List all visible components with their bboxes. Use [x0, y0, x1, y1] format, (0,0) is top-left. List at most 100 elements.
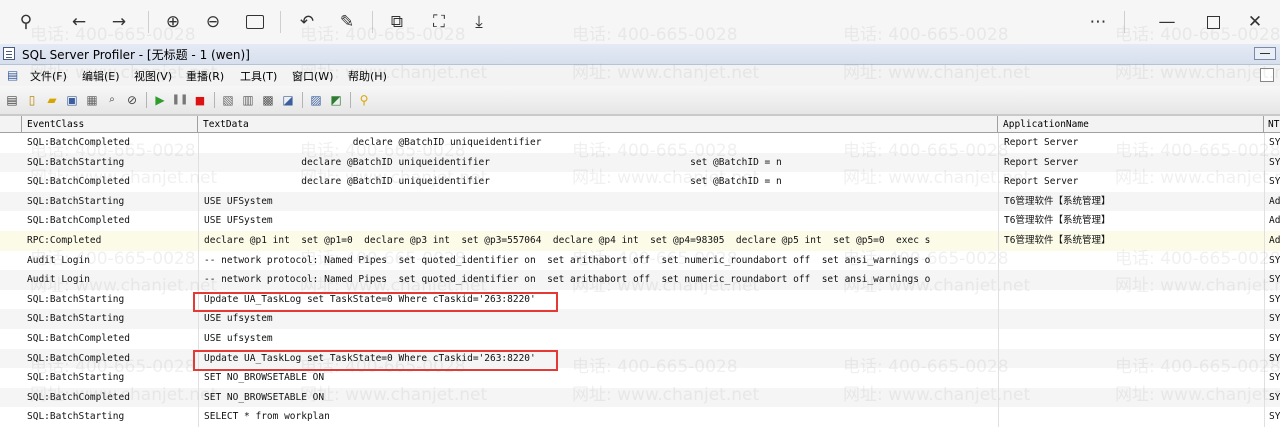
- properties-icon[interactable]: ▦: [84, 92, 100, 108]
- cell-nt: SY: [1264, 172, 1280, 192]
- table-row[interactable]: SQL:BatchStarting SELECT * from workplan S…: [0, 407, 1280, 427]
- table-row[interactable]: SQL:BatchCompleted USE ufsystem SY: [0, 329, 1280, 349]
- table-row[interactable]: SQL:BatchCompleted declare @BatchID uniq…: [0, 133, 1280, 153]
- column-header-applicationname[interactable]: ApplicationName: [998, 116, 1264, 133]
- table-row[interactable]: SQL:BatchCompleted declare @BatchID uniq…: [0, 172, 1280, 192]
- cell-eventclass: SQL:BatchCompleted: [27, 352, 130, 364]
- cell-textdata: USE ufsystem: [198, 329, 998, 349]
- cell-textdata: declare @BatchID uniqueidentifier: [198, 133, 998, 153]
- back-arrow-icon[interactable]: ←: [64, 7, 94, 37]
- auto-scroll-icon[interactable]: ▥: [240, 92, 256, 108]
- cell-applicationname: T6管理软件【系统管理】: [998, 191, 1264, 212]
- new-file-icon[interactable]: ▯: [24, 92, 40, 108]
- column-header-eventclass[interactable]: EventClass: [22, 116, 198, 133]
- cell-nt: SY: [1264, 152, 1280, 173]
- event-selection-icon[interactable]: ▧: [220, 92, 236, 108]
- cell-textdata: -- network protocol: Named Pipes set quo…: [198, 250, 998, 271]
- edit-icon[interactable]: ✎: [332, 7, 362, 37]
- table-row[interactable]: SQL:BatchStarting USE UFSystem T6管理软件【系统管理…: [0, 191, 1280, 212]
- cell-eventclass: SQL:BatchStarting: [27, 156, 125, 168]
- cell-nt: Ad: [1264, 211, 1280, 231]
- zoom-in-icon[interactable]: ⊕: [158, 7, 188, 37]
- column-header-nt[interactable]: NT: [1264, 116, 1280, 133]
- document-icon: ▤: [7, 68, 19, 82]
- pin-icon[interactable]: ⚲: [11, 7, 41, 37]
- cell-applicationname: [998, 309, 1264, 329]
- column-header-textdata[interactable]: TextData: [198, 116, 998, 133]
- table-row[interactable]: SQL:BatchCompleted SET NO_BROWSETABLE ON S…: [0, 387, 1280, 408]
- table-row[interactable]: SQL:BatchStarting USE ufsystem SY: [0, 309, 1280, 329]
- toolbar-separator: [350, 92, 351, 108]
- actual-size-icon[interactable]: [240, 7, 270, 37]
- profiler-toolbar: ▤ ▯ ▰ ▣ ▦ ⌕ ⊘ ▶ ❚❚ ■ ▧ ▥ ▩ ◪ ▨ ◩ ⚲: [0, 86, 1280, 115]
- cell-eventclass: SQL:BatchCompleted: [27, 137, 130, 148]
- menu-file[interactable]: 文件(F): [30, 68, 67, 84]
- cell-textdata: declare @p1 int set @p1=0 declare @p3 in…: [198, 231, 998, 251]
- cell-nt: SY: [1264, 407, 1280, 427]
- table-row[interactable]: SQL:BatchStarting Update UA_TaskLog set T…: [0, 289, 1280, 310]
- open-folder-icon[interactable]: ▰: [44, 92, 60, 108]
- mdi-restore-button[interactable]: [1260, 68, 1274, 82]
- save-icon[interactable]: ⤓: [464, 7, 494, 37]
- copy-icon[interactable]: ⧉: [382, 7, 412, 37]
- table-row[interactable]: Audit Login -- network protocol: Named Pi…: [0, 250, 1280, 271]
- table-row[interactable]: SQL:BatchStarting declare @BatchID uniqu…: [0, 152, 1280, 173]
- cell-applicationname: T6管理软件【系统管理】: [998, 231, 1264, 251]
- clear-trace-icon[interactable]: ⊘: [124, 92, 140, 108]
- rotate-icon[interactable]: ↶: [292, 7, 322, 37]
- cell-textdata: SET NO_BROWSETABLE ON: [198, 387, 998, 408]
- table-row[interactable]: SQL:BatchStarting SET NO_BROWSETABLE ON SY: [0, 368, 1280, 388]
- new-trace-icon[interactable]: ▤: [4, 92, 20, 108]
- cell-nt: Ad: [1264, 231, 1280, 251]
- save-file-icon[interactable]: ▣: [64, 92, 80, 108]
- cell-applicationname: [998, 329, 1264, 349]
- performance-monitor-icon[interactable]: ◩: [328, 92, 344, 108]
- table-row[interactable]: SQL:BatchCompleted USE UFSystem T6管理软件【系统管…: [0, 211, 1280, 231]
- cell-applicationname: T6管理软件【系统管理】: [998, 211, 1264, 231]
- fullscreen-icon[interactable]: ⛶: [424, 7, 454, 37]
- highlight-box: [193, 350, 558, 371]
- toolbar-divider: [280, 11, 281, 33]
- menu-view[interactable]: 视图(V): [134, 68, 172, 84]
- close-icon[interactable]: ✕: [1240, 7, 1270, 37]
- column-filter-icon[interactable]: ▩: [260, 92, 276, 108]
- find-icon[interactable]: ⌕: [104, 92, 120, 108]
- cell-nt: SY: [1264, 329, 1280, 349]
- cell-nt: SY: [1264, 368, 1280, 388]
- cell-applicationname: [998, 407, 1264, 427]
- grid-header: EventClass TextData ApplicationName NT: [0, 115, 1280, 133]
- grid-view-icon[interactable]: ◪: [280, 92, 296, 108]
- menu-help[interactable]: 帮助(H): [348, 68, 387, 84]
- pause-trace-icon[interactable]: ❚❚: [172, 92, 189, 108]
- cell-applicationname: [998, 289, 1264, 310]
- cell-eventclass: SQL:BatchStarting: [27, 313, 125, 325]
- window-restore-button[interactable]: [1254, 47, 1276, 60]
- cell-textdata: declare @BatchID uniqueidentifier set @B…: [198, 172, 998, 192]
- menu-tools[interactable]: 工具(T): [240, 68, 277, 84]
- database-tuning-icon[interactable]: ▨: [308, 92, 324, 108]
- menu-replay[interactable]: 重播(R): [186, 68, 224, 84]
- highlight-box: [193, 292, 558, 312]
- table-row[interactable]: SQL:BatchCompleted Update UA_TaskLog set …: [0, 348, 1280, 369]
- start-trace-icon[interactable]: ▶: [152, 92, 168, 108]
- menu-window[interactable]: 窗口(W): [292, 68, 333, 84]
- toolbar-separator: [214, 92, 215, 108]
- stop-trace-icon[interactable]: ■: [192, 92, 208, 108]
- forward-arrow-icon[interactable]: →: [104, 7, 134, 37]
- table-row[interactable]: Audit Login -- network protocol: Named Pi…: [0, 270, 1280, 290]
- cell-nt: SY: [1264, 309, 1280, 329]
- more-icon[interactable]: ⋯: [1083, 7, 1113, 37]
- cell-eventclass: Audit Login: [27, 274, 90, 286]
- help-icon[interactable]: ⚲: [356, 92, 372, 108]
- cell-nt: SY: [1264, 289, 1280, 310]
- zoom-out-icon[interactable]: ⊖: [198, 7, 228, 37]
- cell-eventclass: SQL:BatchCompleted: [27, 391, 130, 403]
- table-row[interactable]: RPC:Completed declare @p1 int set @p1=0 d…: [0, 231, 1280, 251]
- cell-applicationname: [998, 250, 1264, 271]
- cell-nt: Ad: [1264, 191, 1280, 212]
- minimize-icon[interactable]: —: [1152, 7, 1182, 37]
- maximize-icon[interactable]: [1198, 7, 1228, 37]
- menu-edit[interactable]: 编辑(E): [82, 68, 120, 84]
- cell-textdata: SELECT * from workplan: [198, 407, 998, 427]
- cell-nt: SY: [1264, 250, 1280, 271]
